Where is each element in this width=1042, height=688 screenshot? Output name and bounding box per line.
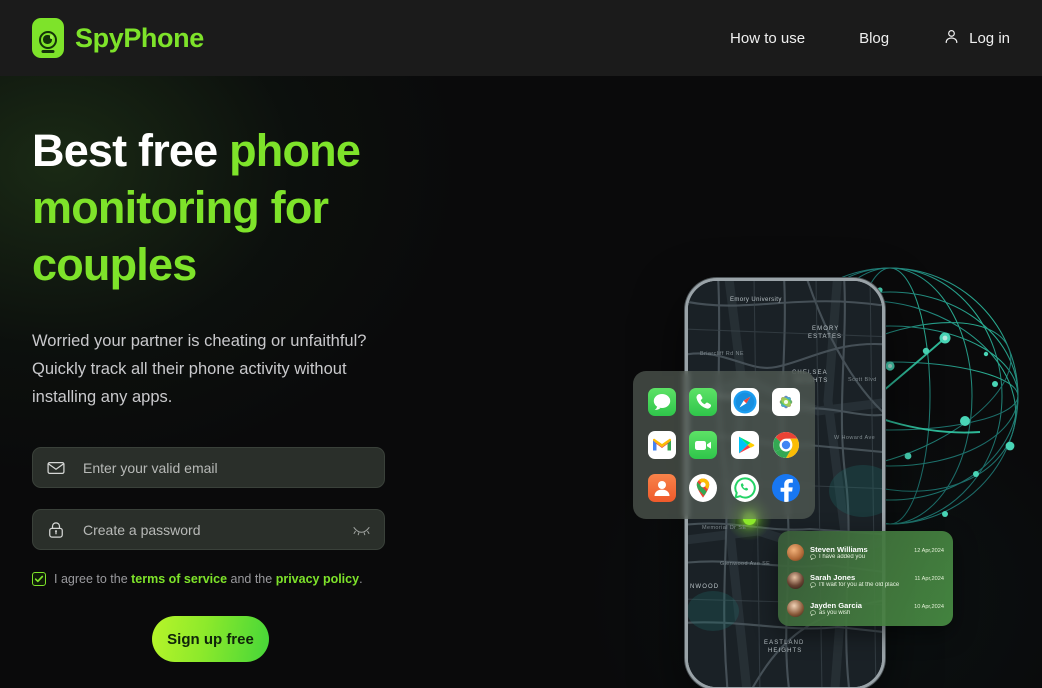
hero-section: Best free phone monitoring for couples W… [0, 0, 1042, 688]
message-preview-wrap: as you wish [810, 610, 944, 616]
hero-subtitle: Worried your partner is cheating or unfa… [32, 332, 367, 406]
main-navigation: How to use Blog Log in [730, 28, 1010, 49]
chat-bubble-icon [810, 553, 816, 560]
agree-text: I agree to the terms of service and the … [54, 572, 363, 586]
map-label: NWOOD [690, 584, 720, 590]
spyphone-logo-icon [32, 18, 64, 58]
login-label: Log in [969, 29, 1010, 47]
message-row[interactable]: Sarah Jones 11 Apr,2024 I'll wait for yo… [787, 567, 944, 593]
password-field[interactable] [32, 509, 385, 550]
camera-lens-icon [39, 31, 57, 49]
app-grid-card [633, 371, 815, 519]
message-sender: Jayden Garcia [810, 600, 862, 610]
app-icon-facetime[interactable] [689, 430, 718, 459]
message-preview: I'll wait for you at the old place [819, 581, 900, 588]
map-label: ESTATES [808, 334, 843, 340]
lock-icon [45, 519, 67, 541]
avatar [787, 599, 804, 617]
map-label: Briarcliff Rd NE [700, 351, 744, 357]
password-input[interactable] [67, 521, 350, 538]
map-label: HEIGHTS [768, 648, 803, 654]
sign-up-free-button[interactable]: Sign up free [152, 616, 269, 662]
chat-bubble-icon [810, 609, 816, 616]
agree-prefix: I agree to the [54, 572, 132, 586]
login-button[interactable]: Log in [943, 28, 1010, 49]
message-preview-wrap: I'll wait for you at the old place [810, 582, 944, 588]
app-icon-gmail[interactable] [647, 430, 676, 459]
speaker-bar-icon [41, 50, 55, 53]
map-label: Scott Blvd [848, 377, 877, 383]
nav-item-blog[interactable]: Blog [859, 30, 889, 47]
map-label: Memorial Dr SE [702, 525, 747, 531]
message-sender: Steven Williams [810, 544, 868, 554]
message-row[interactable]: Jayden Garcia 10 Apr,2024 as you wish [787, 595, 944, 621]
message-preview: I have added you [819, 553, 866, 560]
email-input[interactable] [67, 459, 372, 476]
map-label: W Howard Ave [834, 435, 876, 441]
message-sender: Sarah Jones [810, 572, 856, 582]
agree-suffix: . [359, 572, 363, 586]
app-icon-play-store[interactable] [730, 430, 759, 459]
message-preview: as you wish [819, 609, 851, 616]
app-icon-whatsapp[interactable] [730, 473, 759, 502]
brand-name: SpyPhone [75, 22, 204, 53]
terms-of-service-link[interactable]: terms of service [131, 572, 227, 586]
app-icon-facebook[interactable] [772, 473, 801, 502]
message-date: 10 Apr,2024 [914, 603, 944, 610]
terms-agreement: I agree to the terms of service and the … [32, 572, 452, 586]
message-preview-wrap: I have added you [810, 554, 944, 560]
landing-page: SpyPhone How to use Blog Log in Best fre… [0, 0, 1042, 688]
brand-logo[interactable]: SpyPhone [32, 18, 204, 58]
page-headline: Best free phone monitoring for couples [32, 122, 452, 293]
avatar [787, 571, 804, 589]
app-icon-messages[interactable] [647, 388, 676, 417]
message-date: 12 Apr,2024 [914, 547, 944, 554]
app-icon-chrome[interactable] [772, 431, 800, 459]
email-field[interactable] [32, 447, 385, 488]
privacy-policy-link[interactable]: privacy policy [276, 572, 359, 586]
message-row[interactable]: Steven Williams 12 Apr,2024 I have added… [787, 539, 944, 565]
agree-checkbox[interactable] [32, 572, 46, 586]
hero-illustration: Emory UniversityEMORYESTATESCHELSEAHEIGH… [600, 166, 1042, 688]
message-date: 11 Apr,2024 [914, 575, 944, 582]
site-header: SpyPhone How to use Blog Log in [0, 0, 1042, 76]
headline-white-part: Best free [32, 125, 230, 176]
avatar [787, 543, 804, 561]
app-icon-contacts[interactable] [647, 473, 676, 502]
eye-off-icon[interactable] [350, 522, 372, 538]
hero-content: Best free phone monitoring for couples W… [32, 122, 452, 662]
map-label: EMORY [812, 326, 840, 332]
map-label: Glenwood Ave SE [720, 561, 771, 567]
nav-item-how-to-use[interactable]: How to use [730, 30, 805, 47]
app-icon-phone[interactable] [689, 388, 718, 417]
messages-card: Steven Williams 12 Apr,2024 I have added… [778, 531, 953, 626]
app-icon-google-maps[interactable] [689, 473, 718, 502]
user-icon [943, 28, 960, 49]
app-icon-safari[interactable] [730, 388, 759, 417]
chat-bubble-icon [810, 581, 816, 588]
envelope-icon [45, 457, 67, 479]
app-icon-photos[interactable] [772, 388, 801, 417]
map-label: EASTLAND [764, 640, 805, 646]
map-label: Emory University [730, 297, 782, 303]
agree-middle: and the [227, 572, 276, 586]
